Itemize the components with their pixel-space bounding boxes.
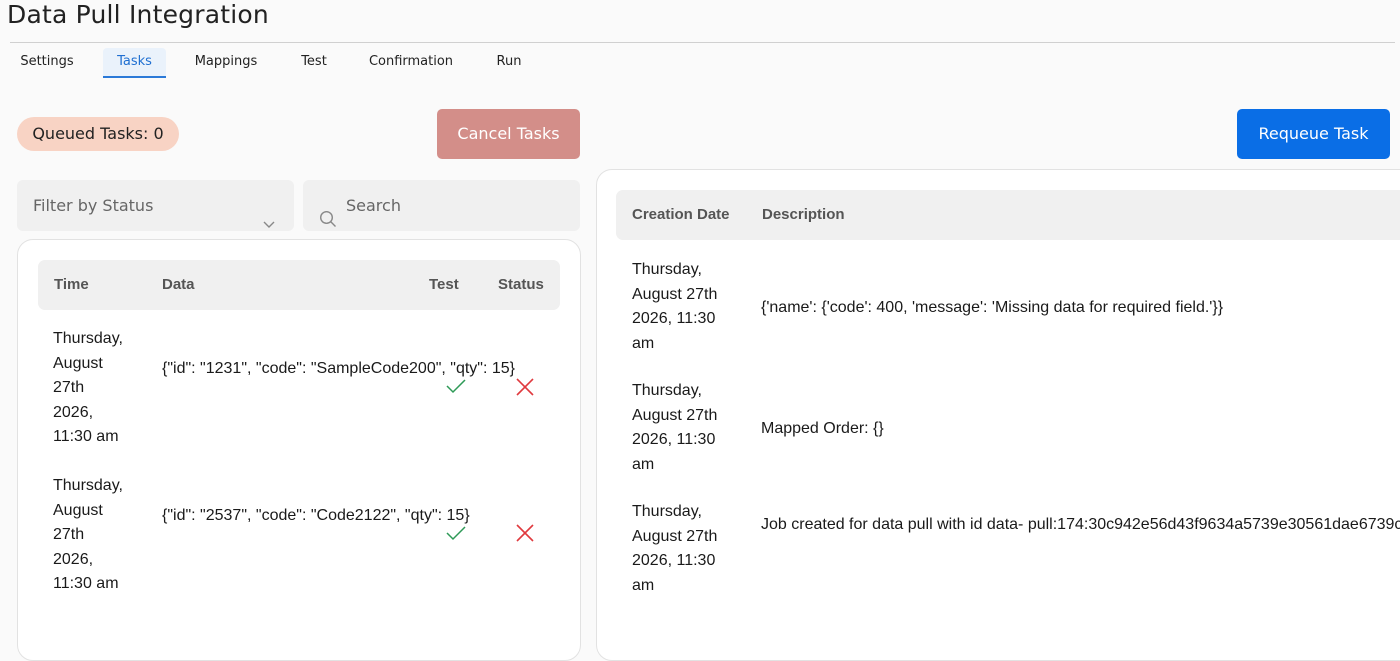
- column-header-description: Description: [762, 206, 845, 223]
- log-description: {'name': {'code': 400, 'message': 'Missi…: [761, 299, 1224, 316]
- x-icon: [515, 523, 535, 548]
- log-table-header: Creation Date Description: [616, 190, 1400, 240]
- queued-tasks-badge: Queued Tasks: 0: [17, 117, 179, 151]
- tasks-table-header: Time Data Test Status: [38, 260, 560, 310]
- row-time: Thursday, August 27th 2026, 11:30 am: [53, 330, 123, 445]
- page-title: Data Pull Integration: [7, 0, 269, 29]
- status-filter-placeholder: Filter by Status: [33, 196, 154, 215]
- column-header-creation-date: Creation Date: [632, 206, 730, 223]
- check-icon: [445, 377, 467, 400]
- tab-settings[interactable]: Settings: [15, 48, 79, 76]
- log-description: Mapped Order: {}: [761, 420, 884, 437]
- tab-run[interactable]: Run: [492, 48, 526, 76]
- log-date: Thursday, August 27th 2026, 11:30 am: [632, 503, 718, 594]
- tab-confirmation[interactable]: Confirmation: [365, 48, 457, 76]
- column-header-time: Time: [54, 276, 89, 293]
- check-icon: [445, 524, 467, 547]
- cancel-tasks-button[interactable]: Cancel Tasks: [437, 109, 580, 159]
- row-time: Thursday, August 27th 2026, 11:30 am: [53, 477, 123, 592]
- requeue-task-button[interactable]: Requeue Task: [1237, 109, 1390, 159]
- column-header-status: Status: [498, 276, 544, 293]
- column-header-data: Data: [162, 276, 195, 293]
- status-filter-select[interactable]: Filter by Status: [17, 180, 294, 231]
- tasks-table-card: Time Data Test Status Thursday, August 2…: [17, 239, 581, 661]
- log-description: Job created for data pull with id data- …: [761, 516, 1400, 533]
- tab-test[interactable]: Test: [294, 48, 334, 76]
- log-date: Thursday, August 27th 2026, 11:30 am: [632, 261, 718, 352]
- tab-mappings[interactable]: Mappings: [190, 48, 262, 76]
- x-icon: [515, 377, 535, 402]
- column-header-test: Test: [429, 276, 459, 293]
- row-data: {"id": "2537", "code": "Code2122", "qty"…: [162, 507, 470, 524]
- tab-tasks[interactable]: Tasks: [103, 48, 166, 78]
- log-date: Thursday, August 27th 2026, 11:30 am: [632, 382, 718, 473]
- task-log-card: Creation Date Description Thursday, Augu…: [596, 169, 1400, 661]
- search-input[interactable]: Search: [303, 180, 580, 231]
- header-divider: [10, 42, 1395, 43]
- search-placeholder: Search: [346, 196, 401, 215]
